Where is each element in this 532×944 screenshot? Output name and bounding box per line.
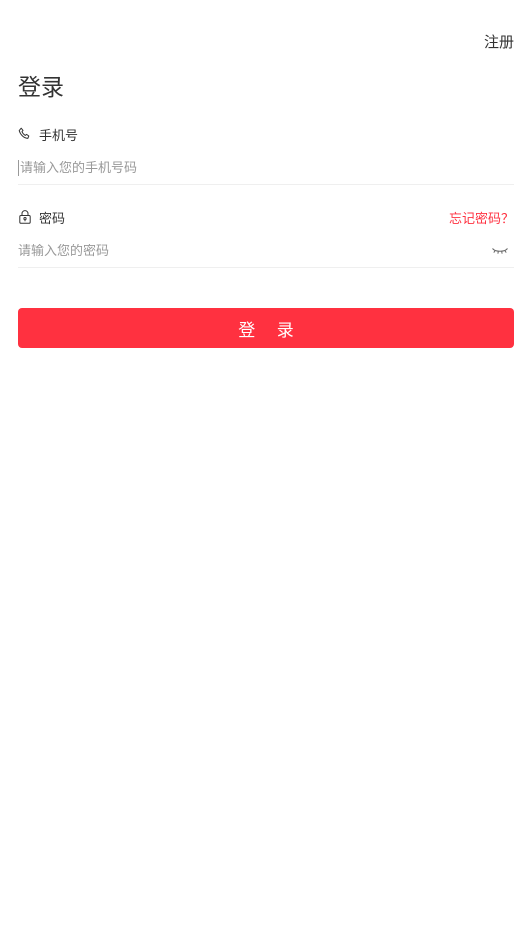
phone-input[interactable] <box>20 160 514 176</box>
page-title: 登录 <box>18 75 64 101</box>
password-input[interactable] <box>18 243 490 259</box>
text-caret <box>18 160 19 176</box>
phone-field-label-row: 手机号 <box>18 123 514 145</box>
password-label: 密码 <box>39 211 66 227</box>
forgot-password-link[interactable]: 忘记密码？ <box>449 208 514 227</box>
login-button[interactable]: 登 录 <box>18 308 514 348</box>
eye-closed-icon[interactable] <box>490 244 510 258</box>
password-input-row <box>18 235 514 268</box>
phone-label: 手机号 <box>39 128 79 144</box>
register-link[interactable]: 注册 <box>484 32 514 52</box>
phone-input-row <box>18 152 514 185</box>
password-field-label-row: 密码 忘记密码？ <box>18 206 514 228</box>
lock-icon <box>18 209 32 225</box>
phone-icon <box>18 126 32 142</box>
